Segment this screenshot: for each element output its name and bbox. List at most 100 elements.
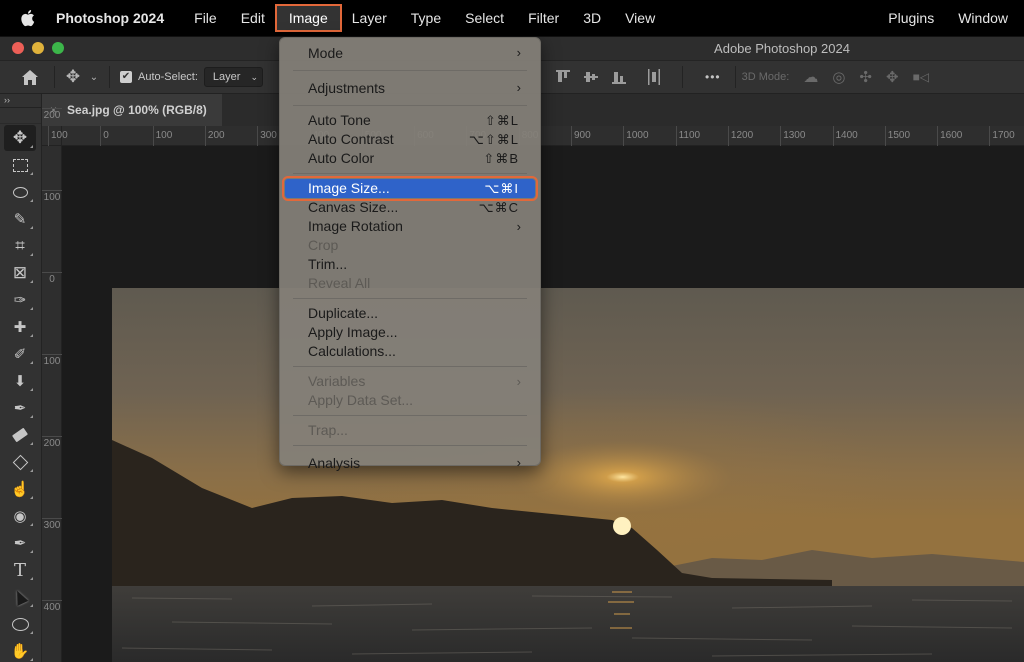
- vertical-ruler[interactable]: 200 100 0 100 200 300 400: [42, 108, 62, 662]
- hand-tool[interactable]: ✋: [4, 638, 36, 662]
- menu-item-duplicate[interactable]: Duplicate...: [285, 304, 535, 323]
- document-tab-title: Sea.jpg @ 100% (RGB/8): [67, 103, 207, 117]
- orbit-icon[interactable]: ☁: [803, 68, 818, 86]
- smudge-icon: ☝: [10, 481, 30, 498]
- 3d-mode-label: 3D Mode:: [741, 71, 790, 83]
- pan-icon[interactable]: ✣: [859, 68, 872, 86]
- menu-window[interactable]: Window: [946, 4, 1020, 32]
- eyedropper-icon: ✑: [13, 292, 27, 309]
- smudge-tool[interactable]: ☝: [4, 476, 36, 502]
- marquee-tool[interactable]: [4, 152, 36, 178]
- menu-item-shortcut: ⌥⌘C: [478, 200, 519, 215]
- marquee-icon: [12, 158, 28, 172]
- menu-item-trim[interactable]: Trim...: [285, 255, 535, 274]
- more-options-button[interactable]: •••: [705, 70, 721, 84]
- pen-tool[interactable]: ✒: [4, 530, 36, 556]
- path-selection-tool[interactable]: [4, 584, 36, 610]
- align-top-icon[interactable]: [556, 70, 570, 84]
- menu-separator: [293, 70, 527, 71]
- tools-panel-grip[interactable]: [0, 108, 41, 124]
- menu-item-auto-color[interactable]: Auto Color ⇧⌘B: [285, 149, 535, 168]
- distribute-icon[interactable]: [648, 69, 660, 85]
- menu-separator: [293, 366, 527, 367]
- quick-selection-tool[interactable]: ✎: [4, 206, 36, 232]
- menu-item-image-rotation[interactable]: Image Rotation ›: [285, 217, 535, 236]
- ruler-tick-label: 100: [42, 190, 62, 203]
- menu-item-crop: Crop: [285, 236, 535, 255]
- menu-item-canvas-size[interactable]: Canvas Size... ⌥⌘C: [285, 198, 535, 217]
- menu-item-calculations[interactable]: Calculations...: [285, 342, 535, 361]
- menu-3d[interactable]: 3D: [571, 4, 613, 32]
- dodge-icon: ◉: [13, 508, 27, 525]
- menu-app-name[interactable]: Photoshop 2024: [56, 4, 176, 32]
- menu-item-auto-tone[interactable]: Auto Tone ⇧⌘L: [285, 111, 535, 130]
- align-bottom-icon[interactable]: [612, 70, 626, 84]
- menu-item-label: Analysis: [308, 455, 361, 471]
- crop-tool[interactable]: ⌗: [4, 233, 36, 259]
- menu-separator: [293, 445, 527, 446]
- roll-icon[interactable]: ◎: [832, 68, 845, 86]
- auto-select-target-dropdown[interactable]: Layer ⌄: [203, 67, 263, 87]
- menu-separator: [293, 173, 527, 174]
- ruler-tick-label: 200: [42, 108, 62, 121]
- menu-filter[interactable]: Filter: [516, 4, 571, 32]
- sun: [613, 517, 631, 535]
- eraser-tool[interactable]: [4, 422, 36, 448]
- menu-view[interactable]: View: [613, 4, 667, 32]
- menu-file[interactable]: File: [182, 4, 229, 32]
- ruler-tick-label: 0: [42, 272, 62, 285]
- auto-select-checkbox[interactable]: ✔: [120, 71, 132, 83]
- menu-plugins[interactable]: Plugins: [876, 4, 946, 32]
- menu-layer[interactable]: Layer: [340, 4, 399, 32]
- menu-item-mode[interactable]: Mode ›: [285, 41, 535, 65]
- menu-select[interactable]: Select: [453, 4, 516, 32]
- align-vertical-center-icon[interactable]: [584, 70, 598, 84]
- move-icon[interactable]: ✥: [63, 67, 83, 87]
- document-tab[interactable]: × Sea.jpg @ 100% (RGB/8): [42, 94, 222, 126]
- auto-select-target-value: Layer: [212, 71, 241, 83]
- frame-tool[interactable]: ⊠: [4, 260, 36, 286]
- chevron-right-icon: ›: [516, 219, 521, 234]
- tools-panel: ›› ✥ ✎ ⌗ ⊠ ✑ ✚ ✐ ⬇ ✒ ☝ ◉ ✒ T ✋: [0, 94, 42, 662]
- chevron-right-icon: ›: [516, 374, 521, 389]
- menu-item-label: Variables: [308, 373, 366, 389]
- healing-brush-icon: ✚: [13, 319, 27, 336]
- brush-tool[interactable]: ✐: [4, 341, 36, 367]
- chevron-down-icon: ⌄: [250, 71, 258, 82]
- menu-item-auto-contrast[interactable]: Auto Contrast ⌥⇧⌘L: [285, 130, 535, 149]
- eraser-icon: [11, 427, 29, 443]
- menu-item-label: Apply Image...: [308, 324, 398, 340]
- document-image[interactable]: [112, 288, 1024, 662]
- menu-image[interactable]: Image: [274, 4, 342, 32]
- camera-icon[interactable]: ■◁: [913, 70, 929, 84]
- move-tool[interactable]: ✥: [4, 125, 36, 151]
- menu-item-adjustments[interactable]: Adjustments ›: [285, 76, 535, 100]
- clone-stamp-tool[interactable]: ⬇: [4, 368, 36, 394]
- ruler-tick-label: 300: [42, 518, 62, 531]
- dodge-tool[interactable]: ◉: [4, 503, 36, 529]
- type-tool[interactable]: T: [4, 557, 36, 583]
- menu-type[interactable]: Type: [399, 4, 453, 32]
- paint-bucket-tool[interactable]: [4, 449, 36, 475]
- eyedropper-tool[interactable]: ✑: [4, 287, 36, 313]
- ellipse-tool[interactable]: [4, 611, 36, 637]
- history-brush-tool[interactable]: ✒: [4, 395, 36, 421]
- menu-edit[interactable]: Edit: [229, 4, 277, 32]
- chevron-down-icon[interactable]: ⌄: [87, 72, 101, 83]
- home-icon[interactable]: [20, 69, 40, 85]
- menu-separator: [293, 298, 527, 299]
- horizontal-ruler[interactable]: 1000100200300400500600700800900100011001…: [48, 126, 1024, 146]
- slide-icon[interactable]: ✥: [886, 68, 899, 86]
- menu-item-apply-image[interactable]: Apply Image...: [285, 323, 535, 342]
- menu-item-label: Calculations...: [308, 343, 396, 359]
- ruler-tick-label: 100: [152, 126, 172, 146]
- collapse-panel-button[interactable]: ››: [0, 94, 41, 108]
- history-brush-icon: ✒: [13, 400, 27, 417]
- healing-brush-tool[interactable]: ✚: [4, 314, 36, 340]
- menu-item-apply-data-set: Apply Data Set...: [285, 391, 535, 410]
- menu-item-image-size[interactable]: Image Size... ⌥⌘I: [282, 176, 538, 201]
- apple-logo-icon[interactable]: [18, 9, 36, 27]
- lasso-tool[interactable]: [4, 179, 36, 205]
- menu-item-analysis[interactable]: Analysis ›: [285, 451, 535, 475]
- canvas-area[interactable]: [62, 146, 1024, 662]
